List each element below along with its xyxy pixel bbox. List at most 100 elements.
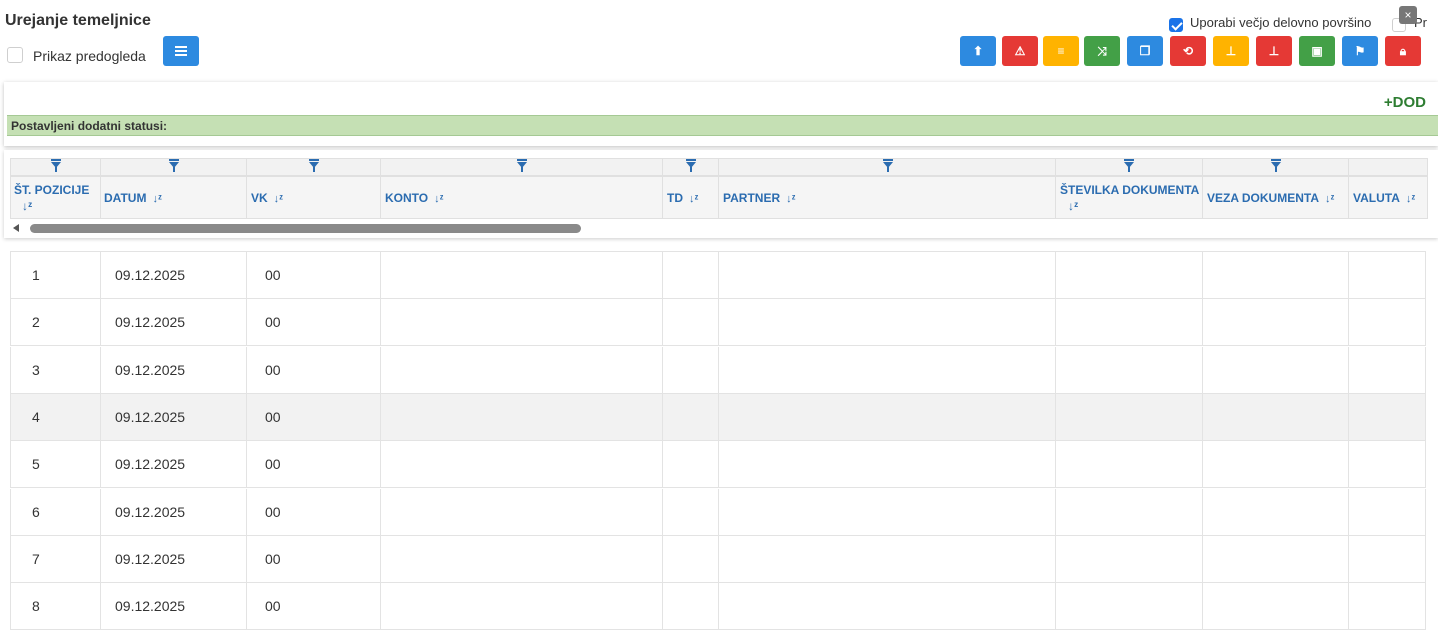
add-status-button[interactable]: +DOD — [1384, 94, 1426, 111]
table-cell[interactable] — [380, 441, 663, 489]
table-cell[interactable] — [1055, 252, 1203, 299]
table-cell[interactable] — [662, 583, 719, 631]
stamp-remove-button[interactable]: ⊥ — [1256, 36, 1292, 66]
filter-icon[interactable] — [1271, 159, 1281, 172]
sort-icon[interactable]: ↓ᶻ — [1068, 199, 1078, 213]
shuffle-button[interactable]: ⤨ — [1084, 36, 1120, 66]
table-cell[interactable] — [1202, 346, 1349, 394]
table-cell[interactable]: 00 — [246, 488, 381, 536]
table-cell[interactable] — [718, 535, 1056, 583]
table-cell[interactable] — [380, 252, 663, 299]
table-cell[interactable] — [662, 441, 719, 489]
column-header-td[interactable]: TD ↓ᶻ — [662, 176, 719, 219]
column-header-partner[interactable]: PARTNER ↓ᶻ — [718, 176, 1056, 219]
table-cell[interactable] — [1348, 488, 1426, 536]
table-cell[interactable] — [1055, 393, 1203, 441]
table-cell[interactable] — [1055, 488, 1203, 536]
table-row[interactable]: 1 09.12.2025 00 — [10, 252, 1426, 299]
scroll-left-icon[interactable] — [13, 224, 19, 232]
list-button[interactable]: ≡ — [1043, 36, 1079, 66]
sort-icon[interactable]: ↓ᶻ — [152, 193, 161, 205]
lock-button[interactable]: 🔒︎ — [1385, 36, 1421, 66]
table-cell[interactable]: 3 — [10, 346, 101, 394]
scrollbar-thumb[interactable] — [30, 224, 581, 233]
filter-icon[interactable] — [169, 159, 179, 172]
upload-button[interactable]: ⬆ — [960, 36, 996, 66]
filter-icon[interactable] — [883, 159, 893, 172]
save-button[interactable]: ▣ — [1299, 36, 1335, 66]
column-header-currency[interactable]: VALUTA ↓ᶻ — [1348, 176, 1428, 219]
sort-icon[interactable]: ↓ᶻ — [434, 193, 443, 205]
table-cell[interactable] — [718, 252, 1056, 299]
sort-icon[interactable]: ↓ᶻ — [1406, 193, 1415, 205]
sort-icon[interactable]: ↓ᶻ — [22, 199, 32, 213]
table-cell[interactable] — [380, 346, 663, 394]
table-cell[interactable] — [1055, 346, 1203, 394]
table-cell[interactable]: 1 — [10, 252, 101, 299]
table-cell[interactable] — [1055, 535, 1203, 583]
stamp-button[interactable]: ⊥ — [1213, 36, 1249, 66]
filter-icon[interactable] — [686, 159, 696, 172]
table-cell[interactable] — [662, 488, 719, 536]
table-cell[interactable] — [1055, 583, 1203, 631]
sort-icon[interactable]: ↓ᶻ — [274, 193, 283, 205]
table-cell[interactable] — [1202, 583, 1349, 631]
table-cell[interactable]: 09.12.2025 — [100, 346, 247, 394]
table-cell[interactable] — [380, 583, 663, 631]
table-row[interactable]: 7 09.12.2025 00 — [10, 535, 1426, 583]
column-header-konto[interactable]: KONTO ↓ᶻ — [380, 176, 663, 219]
table-cell[interactable] — [718, 393, 1056, 441]
table-cell[interactable]: 5 — [10, 441, 101, 489]
table-cell[interactable]: 00 — [246, 583, 381, 631]
filter-icon[interactable] — [1124, 159, 1134, 172]
table-cell[interactable]: 4 — [10, 393, 101, 441]
preview-checkbox[interactable] — [7, 47, 23, 63]
table-row[interactable]: 8 09.12.2025 00 — [10, 583, 1426, 631]
table-cell[interactable]: 8 — [10, 583, 101, 631]
sort-icon[interactable]: ↓ᶻ — [786, 193, 795, 205]
table-cell[interactable]: 00 — [246, 441, 381, 489]
table-cell[interactable]: 00 — [246, 299, 381, 347]
table-row[interactable]: 5 09.12.2025 00 — [10, 441, 1426, 489]
sort-icon[interactable]: ↓ᶻ — [1325, 193, 1334, 205]
filter-icon[interactable] — [309, 159, 319, 172]
warning-button[interactable]: ⚠ — [1002, 36, 1038, 66]
table-cell[interactable] — [1348, 441, 1426, 489]
table-cell[interactable] — [380, 488, 663, 536]
table-cell[interactable] — [1202, 393, 1349, 441]
table-cell[interactable] — [662, 393, 719, 441]
table-row[interactable]: 3 09.12.2025 00 — [10, 346, 1426, 394]
column-header-date[interactable]: DATUM ↓ᶻ — [100, 176, 247, 219]
table-cell[interactable] — [1202, 299, 1349, 347]
large-area-checkbox[interactable] — [1169, 18, 1183, 32]
table-cell[interactable] — [718, 441, 1056, 489]
table-cell[interactable] — [1055, 299, 1203, 347]
column-header-vk[interactable]: VK ↓ᶻ — [246, 176, 381, 219]
table-row[interactable]: 2 09.12.2025 00 — [10, 299, 1426, 347]
close-button[interactable]: × — [1399, 6, 1417, 24]
table-cell[interactable] — [1348, 252, 1426, 299]
column-header-document-link[interactable]: VEZA DOKUMENTA ↓ᶻ — [1202, 176, 1349, 219]
column-header-document-number[interactable]: ŠTEVILKA DOKUMENTA ↓ᶻ — [1055, 176, 1203, 219]
table-cell[interactable] — [380, 299, 663, 347]
table-cell[interactable] — [1348, 346, 1426, 394]
table-cell[interactable]: 09.12.2025 — [100, 441, 247, 489]
table-cell[interactable]: 09.12.2025 — [100, 535, 247, 583]
table-cell[interactable]: 00 — [246, 252, 381, 299]
table-cell[interactable] — [718, 583, 1056, 631]
filter-icon[interactable] — [517, 159, 527, 172]
table-cell[interactable]: 00 — [246, 346, 381, 394]
table-cell[interactable]: 09.12.2025 — [100, 488, 247, 536]
table-cell[interactable] — [1348, 299, 1426, 347]
table-row[interactable]: 6 09.12.2025 00 — [10, 488, 1426, 536]
table-cell[interactable]: 7 — [10, 535, 101, 583]
table-cell[interactable]: 6 — [10, 488, 101, 536]
copy-button[interactable]: ❐ — [1127, 36, 1163, 66]
table-cell[interactable] — [718, 299, 1056, 347]
table-cell[interactable] — [662, 252, 719, 299]
table-cell[interactable] — [1202, 441, 1349, 489]
table-cell[interactable] — [1348, 535, 1426, 583]
table-cell[interactable] — [662, 299, 719, 347]
table-cell[interactable]: 09.12.2025 — [100, 583, 247, 631]
column-header-position[interactable]: ŠT. POZICIJE ↓ᶻ — [10, 176, 101, 219]
